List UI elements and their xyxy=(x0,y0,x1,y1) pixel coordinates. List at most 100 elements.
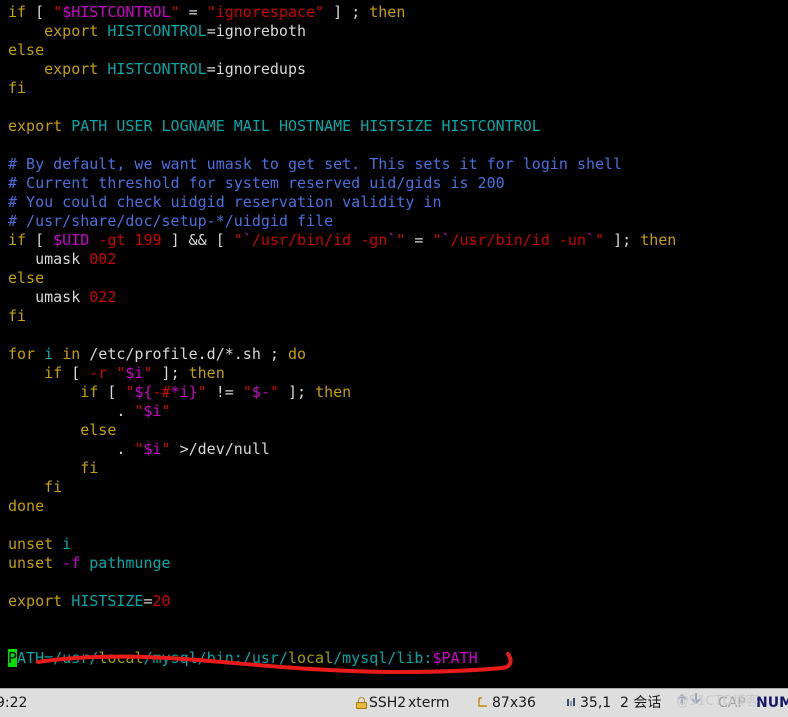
identifier-path: PATH xyxy=(71,117,108,135)
keyword-in: in xyxy=(62,345,81,363)
bracket-close: ] xyxy=(161,364,171,382)
quote: " xyxy=(161,402,171,420)
bracket-close: ] xyxy=(287,383,297,401)
keyword-if: if xyxy=(8,3,27,21)
option-gt: -gt xyxy=(98,231,126,249)
code-line: fi xyxy=(8,79,788,98)
cursor-coordinate-indicator[interactable]: 35,1 xyxy=(566,689,611,717)
option-un: -un xyxy=(558,231,586,249)
comment-text: # You could check uidgid reservation val… xyxy=(8,193,442,211)
semicolon: ; xyxy=(351,3,361,21)
code-line: export HISTCONTROL=ignoredups xyxy=(44,60,307,78)
identifier-logname: LOGNAME xyxy=(161,117,225,135)
command-umask: umask xyxy=(35,288,81,306)
code-line: if [ $UID -gt 199 ] && [ "`/usr/bin/id -… xyxy=(8,231,677,249)
code-line: unset -f pathmunge xyxy=(8,554,788,573)
transfer-arrows-icon xyxy=(676,689,710,717)
keyword-then: then xyxy=(369,3,406,21)
session-count-label[interactable]: 2 会话 xyxy=(620,689,661,717)
keyword-fi: fi xyxy=(8,79,27,97)
code-line: if [ "${-#*i}" != "$-" ]; then xyxy=(80,383,352,401)
terminal-text-area[interactable]: if [ "$HISTCONTROL" = "ignorespace" ] ; … xyxy=(0,0,788,688)
keyword-if: if xyxy=(44,364,63,382)
num-lock-indicator: NUM xyxy=(756,695,788,711)
window-size-indicator[interactable]: 87x36 xyxy=(478,689,536,717)
securecrt-terminal-window: if [ "$HISTCONTROL" = "ignorespace" ] ; … xyxy=(0,0,788,717)
keyword-for: for xyxy=(8,345,36,363)
keyword-export: export xyxy=(44,22,99,40)
semicolon: ; xyxy=(269,345,279,363)
identifier-i: i xyxy=(62,535,72,553)
identifier-mail: MAIL xyxy=(233,117,270,135)
comment-text: # /usr/share/doc/setup-*/uidgid file xyxy=(8,212,334,230)
ssh-protocol-indicator[interactable]: SSH2 xyxy=(356,689,406,717)
code-line-comment: # By default, we want umask to get set. … xyxy=(8,155,788,174)
code-line-comment: # /usr/share/doc/setup-*/uidgid file xyxy=(8,212,788,231)
backtick: ` xyxy=(586,231,596,249)
keyword-fi: fi xyxy=(80,459,99,477)
identifier-histsize: HISTSIZE xyxy=(360,117,433,135)
vim-status-line: "/etc/profile" 81L, 1870C 81,1 底端 xyxy=(0,669,788,717)
window-size-label: 87x36 xyxy=(492,695,536,711)
caps-lock-indicator: CAP xyxy=(718,695,746,711)
resize-icon xyxy=(478,697,487,707)
option-r: -r xyxy=(89,364,108,382)
variable-i: $i xyxy=(143,402,162,420)
bracket-open: [ xyxy=(215,231,225,249)
keyword-export: export xyxy=(8,117,63,135)
keyword-if: if xyxy=(8,231,27,249)
terminal-emulation-label[interactable]: xterm xyxy=(408,689,450,717)
code-line: else xyxy=(8,421,788,440)
keyword-export: export xyxy=(44,60,99,78)
code-line-comment: # Current threshold for system reserved … xyxy=(8,174,788,193)
code-line: fi xyxy=(8,478,788,497)
keyword-else: else xyxy=(8,41,45,59)
keyword-then: then xyxy=(188,364,225,382)
keyword-fi: fi xyxy=(44,478,63,496)
quote: " xyxy=(206,3,216,21)
keyword-unset: unset xyxy=(8,554,54,572)
ssh-protocol-label: SSH2 xyxy=(369,695,407,711)
keyword-else: else xyxy=(8,269,45,287)
code-line: done xyxy=(8,497,788,516)
semicolon: ; xyxy=(170,364,180,382)
keyword-then: then xyxy=(315,383,352,401)
identifier-histcontrol: HISTCONTROL xyxy=(441,117,541,135)
keyword-else: else xyxy=(80,421,117,439)
keyword-unset: unset xyxy=(8,535,54,553)
code-line: . "$i" >/dev/null xyxy=(8,440,270,458)
semicolon: ; xyxy=(622,231,632,249)
code-line: export HISTCONTROL=ignoreboth xyxy=(44,22,307,40)
quote: " xyxy=(143,364,153,382)
variable-uid: $UID xyxy=(53,231,90,249)
code-line: for i in /etc/profile.d/*.sh ; do xyxy=(8,345,307,363)
keyword-done: done xyxy=(8,497,45,515)
number-022: 022 xyxy=(89,288,117,306)
identifier-histsize: HISTSIZE xyxy=(71,592,144,610)
code-line: else xyxy=(8,269,788,288)
code-line: else xyxy=(8,41,788,60)
code-line: if [ "$HISTCONTROL" = "ignorespace" ] ; … xyxy=(8,3,406,21)
code-line: umask 002 xyxy=(8,250,788,269)
quote: " xyxy=(242,383,252,401)
quote: " xyxy=(315,3,325,21)
semicolon: ; xyxy=(297,383,307,401)
identifier-user: USER xyxy=(116,117,153,135)
backtick: ` xyxy=(387,231,397,249)
quote: " xyxy=(432,231,442,249)
identifier-histcontrol: HISTCONTROL xyxy=(107,60,207,78)
code-line: umask 022 xyxy=(8,288,788,307)
code-line: fi xyxy=(8,307,788,326)
quote: " xyxy=(161,440,171,458)
code-line: unset i xyxy=(8,535,788,554)
identifier-i: i xyxy=(44,345,54,363)
quote: " xyxy=(197,383,207,401)
code-line: fi xyxy=(8,459,788,478)
command-umask: umask xyxy=(35,250,81,268)
quote: " xyxy=(595,231,605,249)
